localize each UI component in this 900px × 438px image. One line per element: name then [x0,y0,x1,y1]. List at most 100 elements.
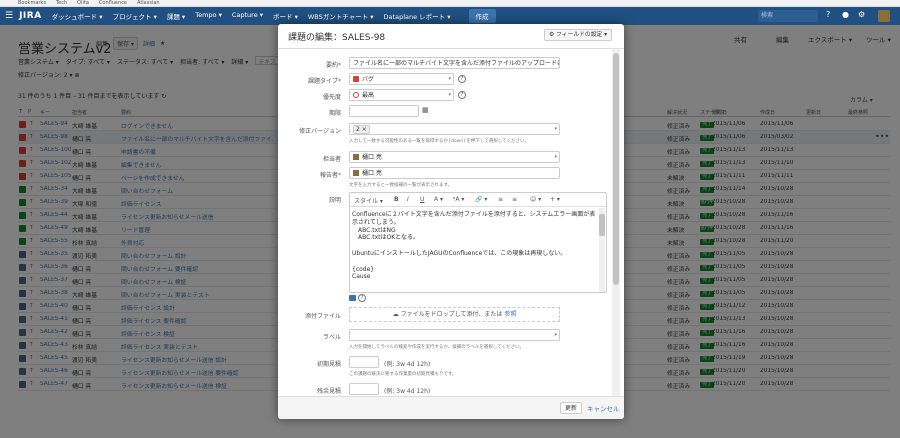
help-icon[interactable]: ? [358,294,366,302]
bookmark-item[interactable]: Tech [56,0,67,6]
description-line [352,258,597,266]
help-icon[interactable]: ? [458,75,466,83]
remaining-field[interactable] [349,383,379,395]
reporter-field[interactable]: 樋口 亮 [349,167,560,179]
issuetype-label: 課題タイプ* [307,78,341,85]
description-line: ABC.txtはNG [358,226,396,234]
nav-item[interactable]: プロジェクト ▾ [113,11,157,21]
duedate-label: 期限 [328,110,341,117]
cancel-link[interactable]: キャンセル [587,403,620,413]
chevron-down-icon: ▾ [554,126,557,132]
avatar[interactable] [878,10,890,22]
reporter-hint: 文字を入力すると一致候補の一覧が表示されます。 [349,183,453,188]
top-navigation: ☰ JIRA ダッシュボード ▾ プロジェクト ▾ 課題 ▾ Tempo ▾ Captu… [0,7,900,25]
bold-button[interactable]: B [394,196,399,203]
remaining-label: 残余見積 [316,388,341,395]
bullet-list-button[interactable]: ≡ [498,196,503,203]
estimate-label: 初期見積 [316,361,341,368]
nav-item[interactable]: ダッシュボード ▾ [52,11,103,21]
text-mode-icon[interactable] [349,295,356,301]
link-button[interactable]: 🔗 ▾ [475,196,487,203]
labels-label: ラベル [322,334,341,341]
description-line [352,242,597,250]
nav-menu: ダッシュボード ▾ プロジェクト ▾ 課題 ▾ Tempo ▾ Capture ▾ ボード… [52,11,461,21]
priority-select[interactable]: 最高 ▾ [349,89,454,101]
version-tag[interactable]: 2 × [353,125,370,134]
app-switcher-icon[interactable]: ☰ [5,11,13,21]
description-line: UbuntuにインストールしたJAGUのConfluenceでは、この現象は再現… [352,249,567,257]
estimate-hint: この課題の解決に要する作業量の初期見積もりです。 [349,372,457,377]
bug-icon [353,76,359,82]
dialog-scroll-thumb[interactable] [613,53,619,285]
bookmark-item[interactable]: Atlassian [137,0,160,6]
numbered-list-button[interactable]: ≡ [512,196,517,203]
style-dropdown[interactable]: スタイル ▾ [354,196,383,205]
bookmark-item[interactable]: Qiita [77,0,89,6]
reporter-label: 報告者* [319,172,341,179]
user-avatar-icon [353,170,359,176]
fixversion-label: 修正バージョン [299,128,341,135]
labels-hint: 入力を開始してラベルの検索や作成を実行するか、候補のラベルを選択してください。 [349,345,525,350]
dialog-footer: 更新 キャンセル [278,396,624,419]
chevron-down-icon: ▾ [448,92,451,98]
help-icon[interactable]: ? [458,91,466,99]
fixversion-field[interactable]: 2 × ▾ [349,123,560,135]
description-editor[interactable]: スタイル ▾ B I U A ▾ ᵃA ▾ 🔗 ▾ ≡ ≡ ☺ ▾ + ▾ Co… [349,192,607,293]
editor-scroll-thumb[interactable] [599,214,605,236]
help-icon[interactable]: ? [826,10,830,19]
priority-highest-icon [353,92,359,98]
configure-fields-button[interactable]: ⚙ フィールドの設定 ▾ [544,29,613,41]
nav-item[interactable]: Capture ▾ [232,11,263,21]
nav-item[interactable]: ボード ▾ [273,11,298,21]
dialog-body: 要約* ファイル名に一部のマルチバイト文字を含んだ添付ファイルのアップロードに失… [278,49,610,396]
summary-label: 要約* [325,62,341,69]
fixversion-hint: 入力して一致する可能性のある一覧を取得するか [down] を押下して選択してく… [349,139,529,144]
description-line: {code} [352,265,375,273]
underline-button[interactable]: U [420,196,424,203]
bookmarks-bar: Bookmarks Tech Qiita Confluence Atlassian [0,0,900,7]
update-button[interactable]: 更新 [560,402,583,414]
assignee-label: 担当者 [322,156,341,163]
estimate-example: (例: 3w 4d 12h) [384,361,431,368]
duedate-field[interactable] [349,105,419,117]
chevron-down-icon: ▾ [448,76,451,82]
description-line: Confluenceに２バイト文字を含んだ添付ファイルを添付すると、システムエラ… [352,211,596,226]
summary-field[interactable]: ファイル名に一部のマルチバイト文字を含んだ添付ファイルのアップロードに失敗する [349,57,560,69]
dialog-scrollbar[interactable] [612,49,620,396]
remaining-example: (例: 3w 4d 12h) [384,388,431,395]
emoji-button[interactable]: ☺ ▾ [530,196,541,203]
description-line: Cause [352,273,371,281]
more-formatting-button[interactable]: ᵃA ▾ [453,196,464,203]
jira-logo[interactable]: JIRA [19,11,42,21]
text-color-button[interactable]: A ▾ [434,196,443,203]
estimate-field[interactable] [349,356,379,368]
labels-field[interactable]: ▾ [349,329,560,341]
assignee-select[interactable]: 樋口 亮 ▾ [349,151,560,163]
insert-more-button[interactable]: + ▾ [550,196,560,203]
issuetype-select[interactable]: バグ ▾ [349,73,454,85]
notifications-icon[interactable]: ● [842,10,849,19]
nav-item[interactable]: Dataplane レポート ▾ [384,11,451,21]
nav-item[interactable]: Tempo ▾ [195,11,222,21]
dialog-title: 課題の編集：SALES-98 [288,33,386,43]
dialog-header: 課題の編集：SALES-98 ⚙ フィールドの設定 ▾ [278,24,624,49]
priority-label: 優先度 [322,94,341,101]
italic-button[interactable]: I [407,196,409,203]
nav-item[interactable]: WBSガントチャート ▾ [308,11,374,21]
bookmark-item[interactable]: Confluence [99,0,127,6]
browse-link[interactable]: 参照 [504,311,516,318]
search-input[interactable]: 検索 [758,10,818,22]
description-text[interactable]: Confluenceに２バイト文字を含んだ添付ファイルを添付すると、システムエラ… [352,211,597,281]
calendar-icon[interactable]: ▦ [422,106,429,114]
attachment-dropzone[interactable]: ☁ ファイルをドロップして添付、または 参照 [349,307,560,322]
bookmark-item[interactable]: Bookmarks [18,0,46,6]
edit-issue-dialog: 課題の編集：SALES-98 ⚙ フィールドの設定 ▾ 要約* ファイル名に一部… [278,24,624,419]
chevron-down-icon: ▾ [554,332,557,338]
description-line: ABC.txtはOKとなる。 [358,234,419,242]
nav-item[interactable]: 課題 ▾ [167,11,185,21]
user-avatar-icon [353,154,359,160]
attachment-label: 添付ファイル [304,313,341,320]
editor-scrollbar[interactable] [599,208,605,292]
create-button[interactable]: 作成 [468,9,496,23]
gear-icon[interactable]: ⚙ [858,10,865,19]
